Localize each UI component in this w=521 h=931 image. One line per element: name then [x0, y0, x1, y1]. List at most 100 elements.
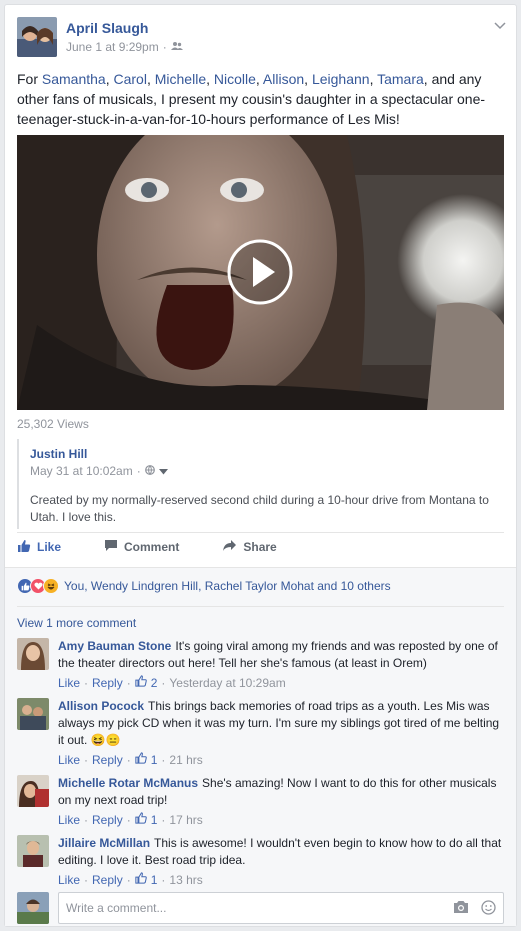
comment-meta: Like · Reply · 1 · 13 hrs: [58, 872, 504, 889]
friends-icon[interactable]: [170, 40, 183, 54]
meta-separator: ·: [161, 753, 166, 767]
composer-icons: [453, 900, 496, 918]
comment-like-link[interactable]: Like: [58, 675, 80, 692]
shared-post-text: Created by my normally-reserved second c…: [30, 493, 489, 524]
tagged-name[interactable]: Michelle: [155, 71, 206, 87]
meta-separator: ·: [84, 873, 89, 887]
emoji-smiley-icon[interactable]: [481, 900, 496, 918]
reactions-summary[interactable]: You, Wendy Lindgren Hill, Rachel Taylor …: [17, 578, 391, 594]
view-more-comments-link[interactable]: View 1 more comment: [17, 616, 136, 630]
comment-label: Comment: [124, 540, 180, 554]
thumbs-up-icon[interactable]: [135, 872, 147, 889]
commenter-name[interactable]: Jillaire McMillan: [58, 836, 150, 850]
meta-separator: ·: [161, 873, 166, 887]
shared-post: Justin Hill May 31 at 10:02am · Created …: [17, 439, 504, 529]
commenter-name[interactable]: Michelle Rotar McManus: [58, 776, 198, 790]
divider: [17, 606, 504, 607]
meta-separator: ·: [126, 873, 131, 887]
comment-body: Michelle Rotar McManus She's amazing! Now…: [58, 775, 504, 829]
comment-like-link[interactable]: Like: [58, 752, 80, 769]
tagged-name[interactable]: Leighann: [312, 71, 370, 87]
comment-body: Allison Pocock This brings back memories …: [58, 698, 504, 769]
post-card: April Slaugh June 1 at 9:29pm · For Sama…: [4, 4, 517, 927]
thumbs-up-icon[interactable]: [135, 675, 147, 692]
post-date[interactable]: June 1 at 9:29pm: [66, 40, 159, 54]
comment-time[interactable]: Yesterday at 10:29am: [169, 675, 285, 692]
tagged-name[interactable]: Nicolle: [214, 71, 256, 87]
meta-separator: ·: [84, 676, 89, 690]
meta-separator: ·: [126, 676, 131, 690]
share-arrow-icon: [222, 539, 237, 555]
comment-time[interactable]: 13 hrs: [169, 872, 202, 889]
comment-time[interactable]: 21 hrs: [169, 752, 202, 769]
speech-bubble-icon: [104, 539, 118, 555]
shared-post-meta: May 31 at 10:02am ·: [30, 464, 504, 478]
comments-section: You, Wendy Lindgren Hill, Rachel Taylor …: [5, 567, 516, 926]
commenter-avatar[interactable]: [17, 638, 49, 670]
shared-post-date[interactable]: May 31 at 10:02am: [30, 464, 133, 478]
thumbs-up-icon[interactable]: [135, 752, 147, 769]
comment-like-count[interactable]: 2: [151, 675, 158, 692]
tagged-name[interactable]: Allison: [263, 71, 304, 87]
meta-separator: ·: [136, 464, 141, 478]
share-button[interactable]: Share: [222, 538, 277, 556]
like-label: Like: [37, 540, 62, 554]
post-text: For Samantha, Carol, Michelle, Nicolle, …: [17, 69, 507, 129]
text-segment: For: [17, 71, 42, 87]
text-segment: ,: [206, 71, 214, 87]
post-author-name[interactable]: April Slaugh: [66, 20, 148, 36]
tagged-name[interactable]: Samantha: [42, 71, 106, 87]
comment-meta: Like · Reply · 1 · 17 hrs: [58, 812, 504, 829]
meta-separator: ·: [161, 676, 166, 690]
tagged-name[interactable]: Carol: [114, 71, 147, 87]
divider: [17, 532, 504, 533]
post-actions-bar: Like Comment Share: [17, 538, 504, 556]
camera-icon[interactable]: [453, 900, 469, 918]
comment-like-count[interactable]: 1: [151, 752, 158, 769]
comment-like-count[interactable]: 1: [151, 812, 158, 829]
comment-reply-link[interactable]: Reply: [92, 872, 123, 889]
meta-separator: ·: [162, 40, 167, 54]
thumbs-up-icon[interactable]: [135, 812, 147, 829]
commenter-name[interactable]: Amy Bauman Stone: [58, 639, 171, 653]
current-user-avatar[interactable]: [17, 892, 49, 924]
text-segment: ,: [255, 71, 263, 87]
comment-reply-link[interactable]: Reply: [92, 812, 123, 829]
chevron-down-icon[interactable]: [158, 464, 168, 478]
globe-icon[interactable]: [144, 464, 155, 478]
tagged-name[interactable]: Tamara: [377, 71, 424, 87]
text-segment: ,: [146, 71, 155, 87]
meta-separator: ·: [126, 813, 131, 827]
haha-reaction-icon: [43, 578, 59, 594]
comment-body: Jillaire McMillan This is awesome! I woul…: [58, 835, 504, 889]
comment-input[interactable]: [58, 892, 504, 924]
comment-like-link[interactable]: Like: [58, 812, 80, 829]
video-player[interactable]: [17, 135, 504, 410]
comment-reply-link[interactable]: Reply: [92, 675, 123, 692]
meta-separator: ·: [84, 813, 89, 827]
author-avatar[interactable]: [17, 17, 57, 57]
comment-time[interactable]: 17 hrs: [169, 812, 202, 829]
comment-button[interactable]: Comment: [104, 538, 179, 556]
view-count: 25,302 Views: [17, 417, 89, 431]
meta-separator: ·: [84, 753, 89, 767]
commenter-avatar[interactable]: [17, 698, 49, 730]
meta-separator: ·: [161, 813, 166, 827]
comment-like-link[interactable]: Like: [58, 872, 80, 889]
emoji-laughing-icon: 😆😑: [90, 733, 121, 747]
thumbs-up-icon: [17, 539, 31, 556]
text-segment: ,: [369, 71, 378, 87]
comment-body: Amy Bauman Stone It's going viral among m…: [58, 638, 504, 692]
commenter-avatar[interactable]: [17, 835, 49, 867]
comment-reply-link[interactable]: Reply: [92, 752, 123, 769]
commenter-avatar[interactable]: [17, 775, 49, 807]
comment-like-count[interactable]: 1: [151, 872, 158, 889]
like-button[interactable]: Like: [17, 538, 61, 556]
post-options-chevron-icon[interactable]: [494, 17, 506, 33]
shared-author-name[interactable]: Justin Hill: [30, 447, 504, 461]
comment-meta: Like · Reply · 1 · 21 hrs: [58, 752, 504, 769]
comment-composer: [17, 892, 504, 924]
reactions-names[interactable]: You, Wendy Lindgren Hill, Rachel Taylor …: [64, 579, 391, 593]
post-meta: June 1 at 9:29pm ·: [66, 40, 183, 54]
commenter-name[interactable]: Allison Pocock: [58, 699, 144, 713]
